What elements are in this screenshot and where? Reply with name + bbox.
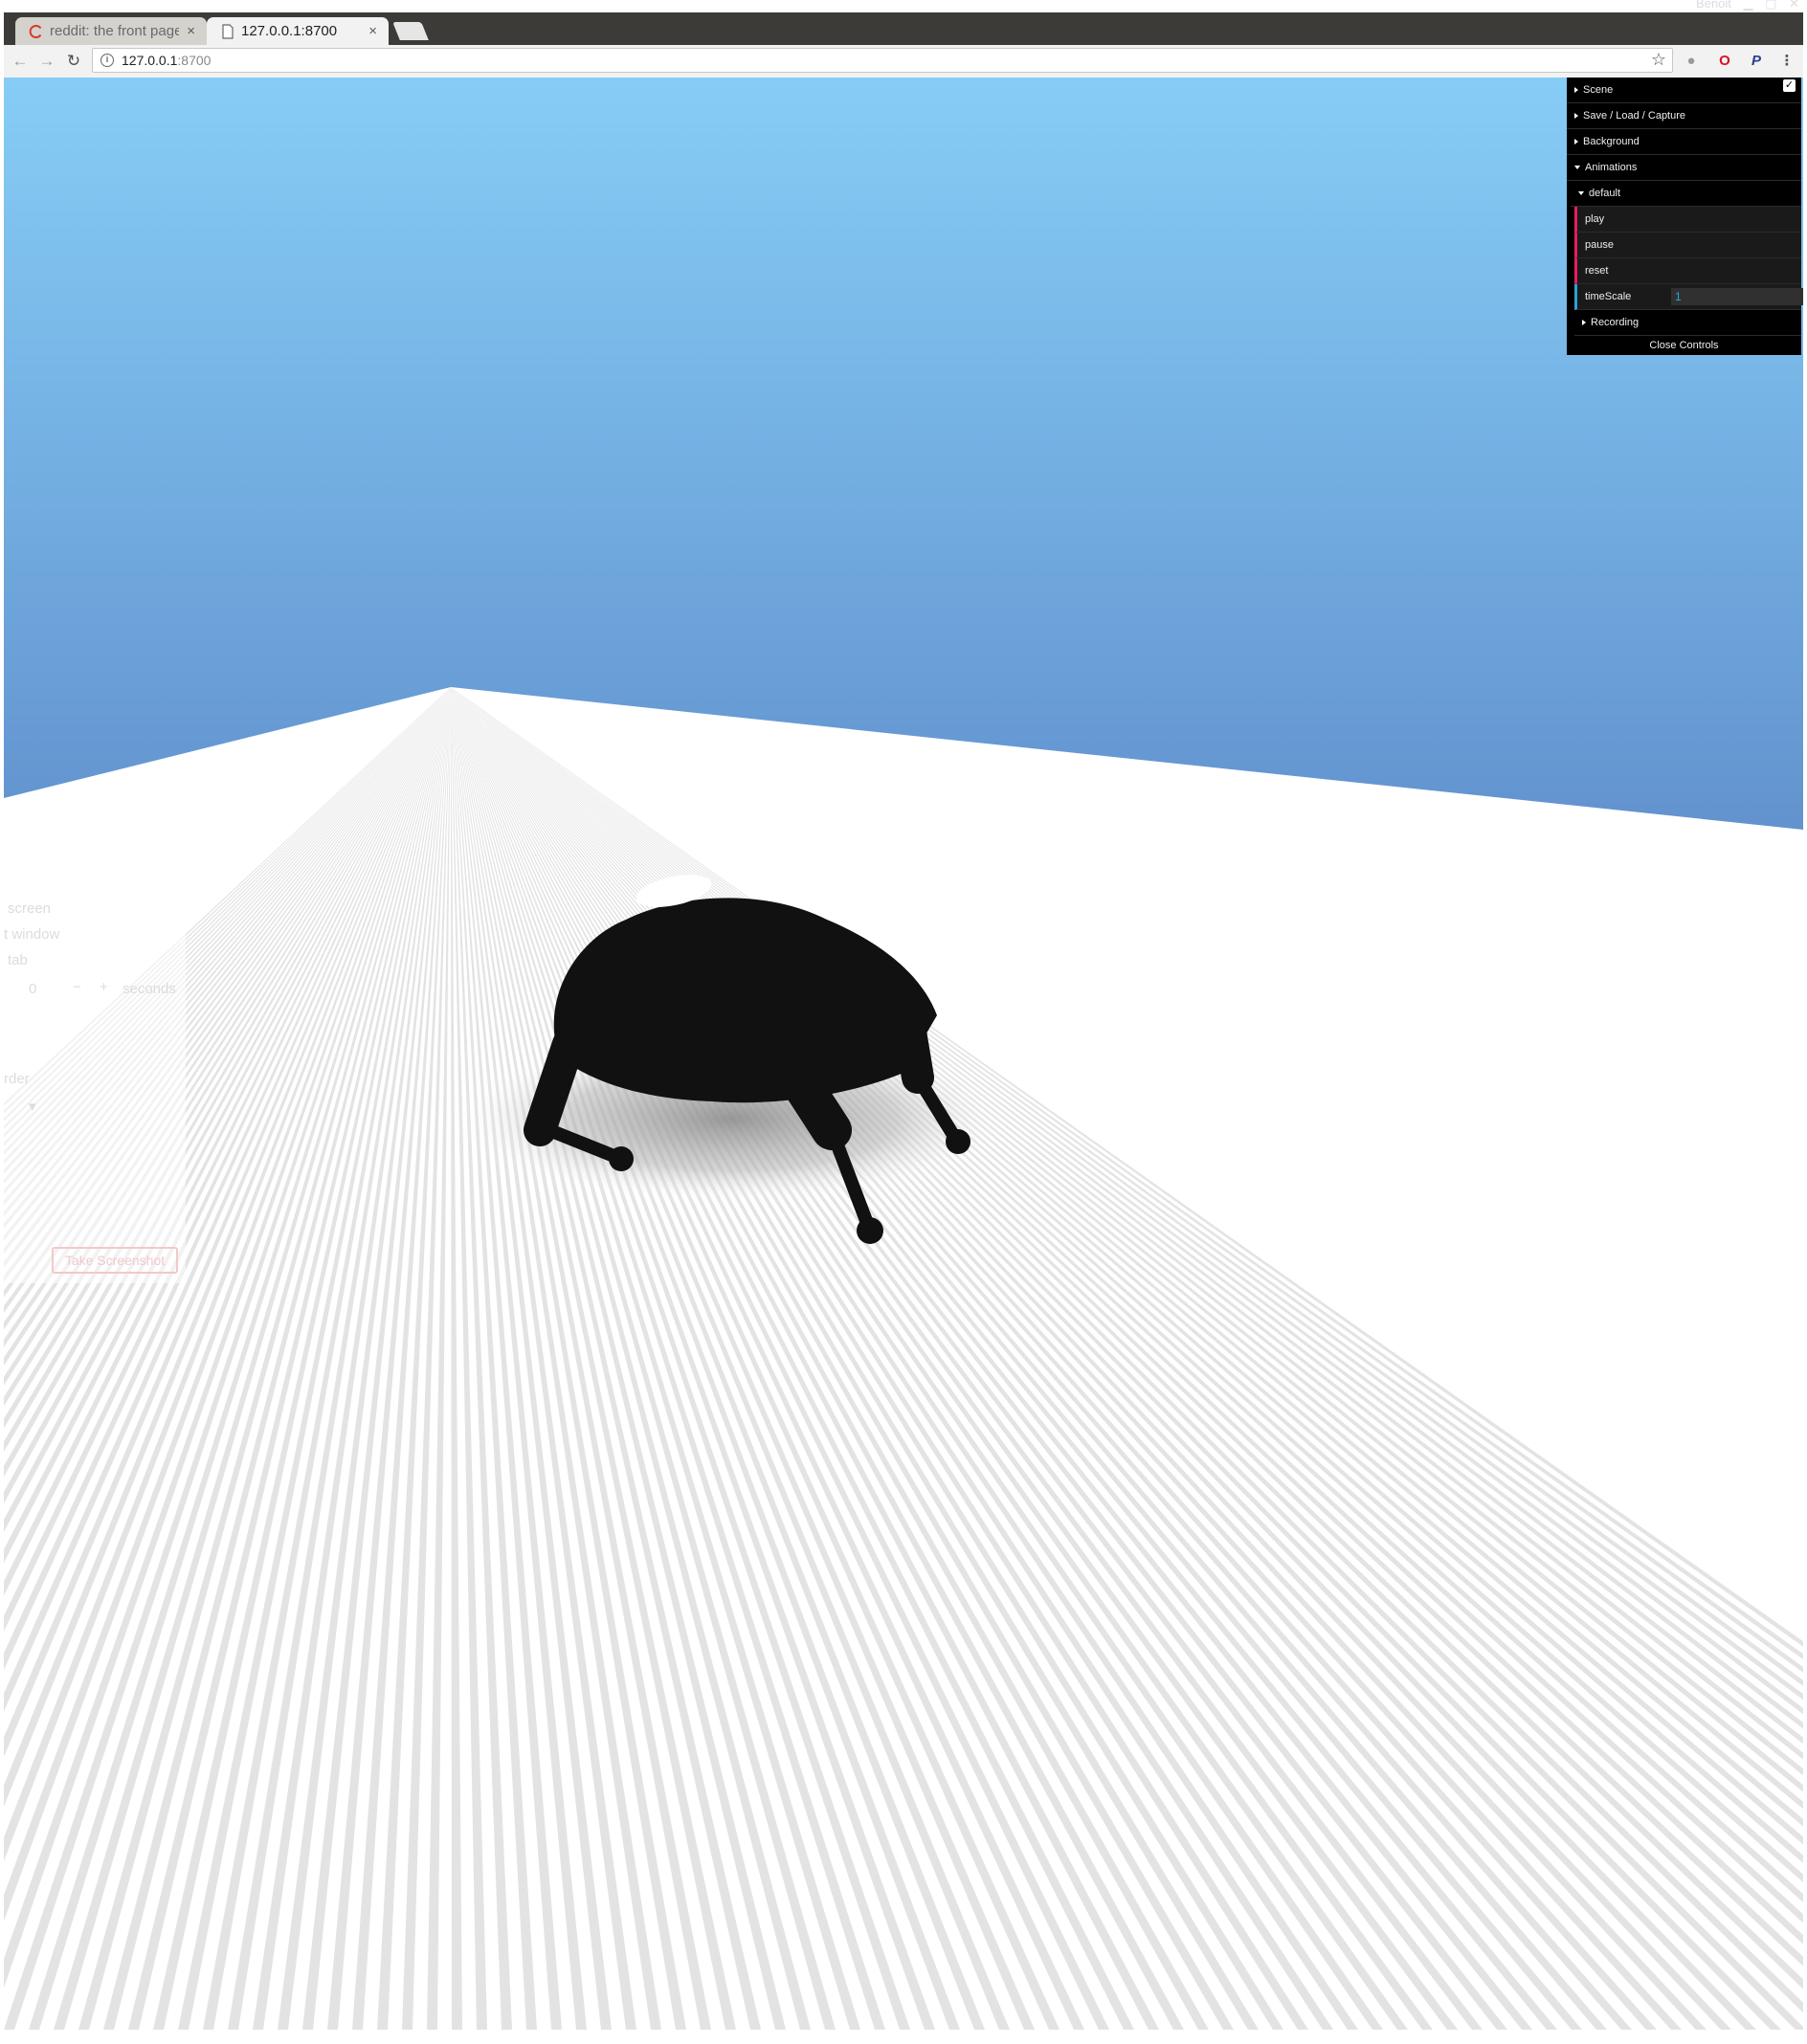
button-label: reset	[1585, 265, 1609, 277]
page-favicon-icon	[222, 24, 234, 39]
close-window-icon[interactable]: ✕	[1789, 0, 1799, 11]
caret-right-icon	[1574, 139, 1578, 145]
caret-right-icon	[1574, 113, 1578, 120]
menu-icon[interactable]: ⋮	[1776, 51, 1797, 72]
button-label: pause	[1585, 239, 1614, 251]
ghost-delay-value: 0	[29, 981, 37, 997]
minimize-icon[interactable]: ▁	[1744, 0, 1753, 11]
url-text: 127.0.0.1:8700	[122, 53, 211, 68]
caret-right-icon	[1582, 320, 1586, 326]
timescale-input[interactable]: 1	[1671, 288, 1803, 305]
ghost-dropdown-icon: ▾	[29, 1099, 36, 1115]
window-controls: Benoit ▁ ▢ ✕	[1687, 0, 1799, 13]
timescale-label: timeScale	[1585, 291, 1632, 302]
ghost-window-option: t window	[4, 926, 60, 943]
tab-close-icon[interactable]: ×	[368, 17, 377, 45]
folder-scene[interactable]: Scene ✓	[1567, 78, 1801, 103]
play-button[interactable]: play	[1574, 207, 1801, 233]
folder-label: Recording	[1591, 317, 1640, 328]
window-user-label: Benoit	[1696, 0, 1731, 11]
paypal-icon[interactable]: P	[1746, 51, 1767, 72]
forward-icon[interactable]: →	[36, 51, 57, 72]
tab-close-icon[interactable]: ×	[187, 17, 195, 45]
screenshot-panel: screen t window tab 0 − + seconds rder ▾…	[4, 881, 186, 1283]
scene-canvas[interactable]	[4, 78, 1803, 2030]
folder-background[interactable]: Background	[1567, 129, 1801, 155]
ghost-seconds-label: seconds	[123, 981, 176, 997]
folder-save-load-capture[interactable]: Save / Load / Capture	[1567, 103, 1801, 129]
ghost-plus-icon: +	[100, 979, 108, 995]
caret-right-icon	[1574, 87, 1578, 94]
scene-checkbox[interactable]: ✓	[1783, 79, 1796, 92]
shield-icon[interactable]: ●	[1681, 51, 1702, 72]
folder-recording[interactable]: Recording	[1574, 310, 1801, 336]
reload-icon[interactable]: ↻	[63, 51, 84, 72]
new-tab-button[interactable]	[392, 22, 429, 40]
timescale-control: timeScale 1	[1574, 284, 1803, 310]
address-bar[interactable]: i 127.0.0.1:8700 ☆	[92, 48, 1673, 73]
url-host: 127.0.0.1	[122, 53, 178, 68]
star-icon[interactable]: ☆	[1651, 50, 1666, 70]
caret-down-icon	[1574, 166, 1580, 170]
opera-icon[interactable]: O	[1714, 51, 1735, 72]
ghost-screen-option: screen	[8, 900, 52, 917]
tab-localhost[interactable]: 127.0.0.1:8700 ×	[207, 17, 389, 45]
maximize-icon[interactable]: ▢	[1765, 0, 1776, 11]
take-screenshot-button: Take Screenshot	[52, 1247, 178, 1274]
folder-label: Animations	[1585, 162, 1638, 173]
os-title-bar: Benoit ▁ ▢ ✕	[0, 0, 1807, 12]
button-label: play	[1585, 213, 1605, 225]
ghost-tab-option: tab	[8, 952, 28, 968]
folder-label: Save / Load / Capture	[1583, 110, 1686, 122]
back-icon[interactable]: ←	[10, 51, 31, 72]
3d-viewport[interactable]: screen t window tab 0 − + seconds rder ▾…	[4, 78, 1803, 2030]
pause-button[interactable]: pause	[1574, 233, 1801, 258]
caret-down-icon	[1578, 191, 1584, 196]
folder-label: default	[1589, 188, 1621, 199]
browser-toolbar: ← → ↻ i 127.0.0.1:8700 ☆ ● O P ⋮	[4, 45, 1803, 78]
tab-reddit[interactable]: reddit: the front page ×	[15, 17, 207, 45]
reddit-favicon-icon	[29, 25, 42, 38]
close-controls-button[interactable]: Close Controls	[1567, 336, 1801, 355]
folder-label: Background	[1583, 136, 1640, 147]
folder-default[interactable]: default	[1571, 181, 1801, 207]
folder-label: Scene	[1583, 84, 1614, 96]
ghost-border-label: rder	[4, 1071, 30, 1087]
controls-panel: Scene ✓ Save / Load / Capture Background…	[1567, 78, 1803, 355]
tab-title: reddit: the front page	[50, 23, 179, 39]
tab-title: 127.0.0.1:8700	[241, 23, 338, 39]
url-port: :8700	[177, 53, 212, 68]
reset-button[interactable]: reset	[1574, 258, 1801, 284]
tab-strip: reddit: the front page × 127.0.0.1:8700 …	[4, 12, 1803, 45]
info-icon[interactable]: i	[100, 54, 114, 67]
ghost-minus-icon: −	[73, 979, 81, 995]
folder-animations[interactable]: Animations	[1567, 155, 1801, 181]
